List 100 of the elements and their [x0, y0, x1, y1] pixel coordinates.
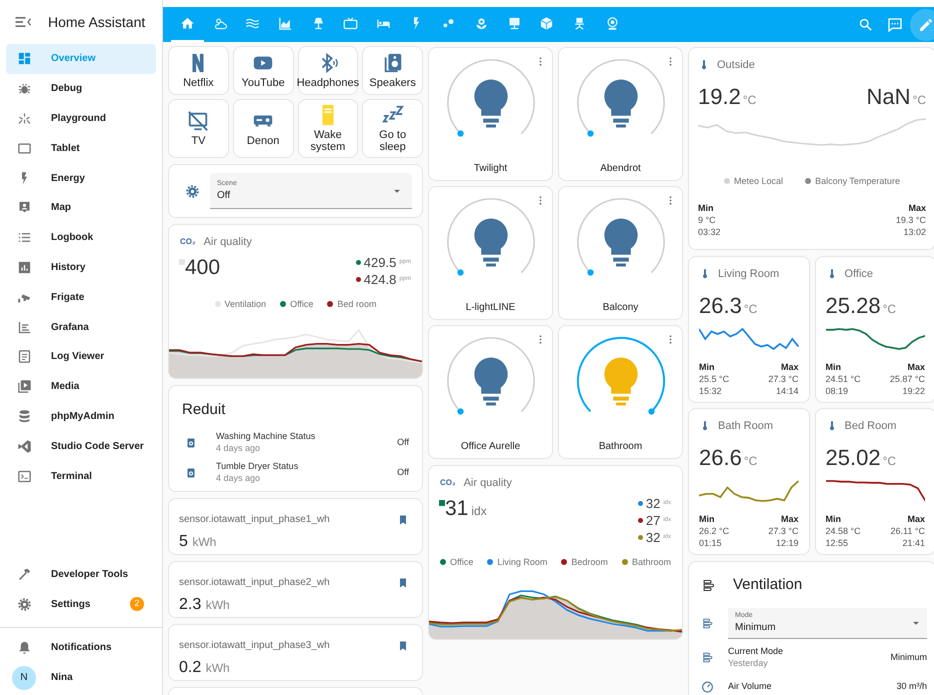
- max-time: 21:41: [901, 536, 925, 548]
- sensor-name: sensor.iotawatt_input_phase1_wh: [179, 513, 331, 527]
- shortcut-button[interactable]: Headphones: [298, 46, 358, 95]
- count-badge: 2: [130, 597, 144, 612]
- cube-icon: [539, 16, 554, 31]
- sidebar-item[interactable]: Debug: [6, 74, 156, 104]
- entity-state: Off: [397, 436, 409, 449]
- entity-time: 4 days ago: [216, 472, 262, 484]
- waves-icon: [245, 16, 260, 31]
- entity-name: Air Volume: [728, 681, 773, 692]
- user-avatar[interactable]: N: [12, 666, 36, 690]
- shortcut-button[interactable]: Go to sleep: [362, 99, 423, 158]
- co2-icon: CO₂: [440, 477, 456, 490]
- min-time: 01:15: [699, 536, 723, 548]
- sensor-name: sensor.iotawatt_input_phase2_wh: [179, 576, 331, 590]
- reading-value: 424.8: [364, 272, 396, 288]
- sensor-value: 5 kWh: [179, 532, 218, 552]
- min-value: 25.5 °C: [699, 372, 730, 384]
- sidebar-item[interactable]: Studio Code Server: [6, 431, 156, 462]
- shortcut-button[interactable]: YouTube: [232, 46, 294, 95]
- shortcut-button[interactable]: Denon: [232, 99, 294, 158]
- max-label: Max: [780, 360, 798, 372]
- light-name: Twilight: [474, 162, 508, 176]
- min-value: 24.58 °C: [826, 524, 862, 536]
- sidebar-item[interactable]: Map: [6, 192, 156, 223]
- sparkle-icon: [17, 110, 32, 126]
- entity-name: Washing Machine Status: [216, 431, 316, 442]
- legend-label: Bed room: [337, 298, 376, 310]
- legend-label: Office: [450, 556, 474, 568]
- bookmark-icon[interactable]: [397, 514, 409, 526]
- shortcut-button[interactable]: Netflix: [168, 46, 229, 95]
- light-name: Abendrot: [600, 162, 641, 176]
- sidebar-item[interactable]: Logbook: [6, 222, 156, 253]
- bookmark-icon[interactable]: [397, 640, 409, 652]
- sidebar-item[interactable]: Log Viewer: [6, 342, 156, 372]
- flower-icon: [474, 16, 490, 31]
- bug-icon: [17, 81, 32, 96]
- tv-icon: [343, 16, 358, 31]
- monitor-icon: [506, 16, 522, 31]
- card-title: Air quality: [464, 476, 512, 491]
- sensor-value: 0.2 kWh: [179, 658, 231, 678]
- field-value: Off: [217, 190, 232, 202]
- temperature-value: 25.28°C: [826, 292, 896, 318]
- app-title: Home Assistant: [48, 12, 146, 32]
- light-name: L-lightLINE: [466, 301, 516, 315]
- washer-icon: [185, 436, 197, 448]
- entity-name: Tumble Dryer Status: [216, 461, 300, 472]
- settings-icon: [17, 596, 32, 612]
- person-pin-icon: [17, 200, 32, 216]
- max-label: Max: [906, 360, 925, 372]
- settings-icon: [185, 184, 200, 198]
- legend-label: Office: [290, 298, 314, 310]
- gauge-icon: [701, 680, 714, 693]
- sensor-value: 400: [185, 254, 220, 280]
- min-value: 24.51 °C: [826, 372, 862, 384]
- card-title: Reduit: [182, 400, 226, 420]
- min-label: Min: [826, 360, 842, 372]
- sidebar-item[interactable]: Playground: [6, 104, 156, 134]
- shortcut-button[interactable]: Speakers: [362, 46, 423, 95]
- sidebar-item[interactable]: Frigate: [6, 282, 156, 312]
- sidebar-item[interactable]: Developer Tools: [6, 559, 156, 590]
- field-value: Minimum: [735, 622, 777, 634]
- user-name[interactable]: Nina: [51, 670, 73, 685]
- unit-label: °C: [744, 454, 758, 468]
- weather-icon: [212, 16, 228, 31]
- sensor-name: sensor.iotawatt_input_phase3_wh: [179, 639, 331, 653]
- max-value: 25.87 °C: [888, 372, 925, 384]
- sidebar-item[interactable]: Media: [6, 372, 156, 402]
- card-title: Office: [844, 267, 874, 282]
- reading-value: 32: [646, 496, 660, 512]
- entity-time: 4 days ago: [216, 442, 262, 454]
- entity-state: Off: [397, 466, 409, 479]
- sidebar-item[interactable]: Terminal: [6, 461, 156, 491]
- shortcut-button[interactable]: TV: [168, 99, 229, 158]
- unit-label: kWh: [206, 661, 230, 675]
- pencil-icon: [918, 16, 934, 32]
- sidebar-item[interactable]: Tablet: [6, 133, 156, 164]
- card-title: Air quality: [204, 235, 252, 250]
- unit-label: kWh: [206, 598, 230, 612]
- washer-icon: [185, 466, 197, 478]
- hammer-icon: [17, 566, 32, 582]
- sidebar-item[interactable]: Grafana: [6, 312, 156, 342]
- light-name: Office Aurelle: [460, 440, 520, 454]
- co2-icon: CO₂: [180, 236, 196, 248]
- chat-icon: [887, 16, 903, 32]
- reading-value: 429.5: [364, 254, 396, 270]
- max-label: Max: [906, 512, 925, 524]
- sidebar-item[interactable]: Energy: [6, 163, 156, 193]
- notifications-button[interactable]: Notifications: [6, 633, 156, 662]
- sidebar-item[interactable]: phpMyAdmin: [6, 402, 156, 432]
- sidebar-item[interactable]: Settings 2: [6, 589, 156, 619]
- tablet-icon: [17, 140, 32, 156]
- min-label: Min: [698, 202, 714, 214]
- card-title: Outside: [717, 58, 755, 73]
- edit-button[interactable]: [910, 8, 934, 40]
- sidebar-item[interactable]: History: [6, 252, 156, 282]
- shortcut-button[interactable]: Wake system: [298, 99, 358, 158]
- bookmark-icon[interactable]: [397, 577, 409, 589]
- max-time: 12:19: [774, 536, 798, 548]
- unit-label: °C: [742, 92, 756, 106]
